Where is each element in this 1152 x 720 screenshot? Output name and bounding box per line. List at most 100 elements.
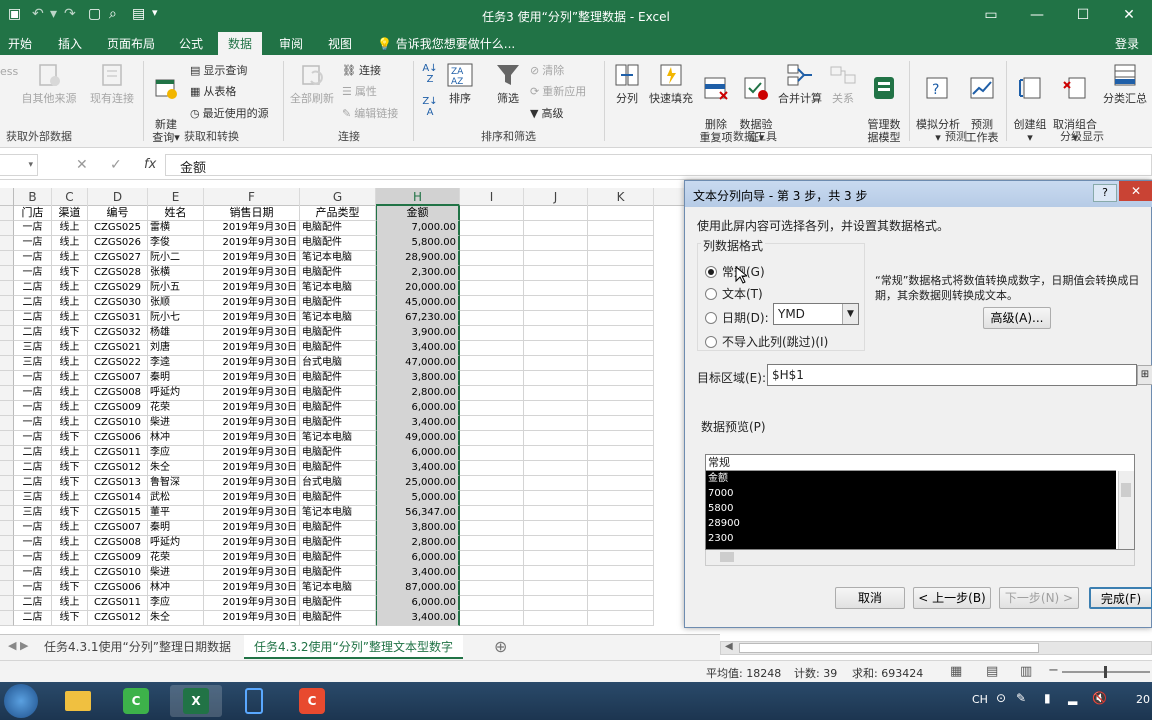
cell[interactable]: 电脑配件 — [300, 491, 376, 506]
empty-cell[interactable] — [588, 236, 654, 251]
empty-cell[interactable] — [460, 446, 524, 461]
cell[interactable]: 6,000.00 — [376, 551, 460, 566]
empty-cell[interactable] — [460, 596, 524, 611]
cell[interactable]: 朱仝 — [148, 611, 204, 626]
column-header-e[interactable]: E — [148, 188, 204, 206]
cell[interactable]: 朱仝 — [148, 461, 204, 476]
page-break-view-icon[interactable]: ▥ — [1020, 664, 1032, 679]
tab-view[interactable]: 视图 — [328, 35, 352, 52]
cell[interactable]: CZGS011 — [88, 596, 148, 611]
cell[interactable]: 3,800.00 — [376, 521, 460, 536]
normal-view-icon[interactable]: ▦ — [950, 664, 962, 679]
cell[interactable]: 一店 — [14, 221, 52, 236]
relationships-button[interactable]: 关系 — [826, 61, 860, 105]
scroll-left-arrow-icon[interactable]: ◀ — [725, 641, 733, 652]
empty-cell[interactable] — [524, 206, 588, 221]
cell[interactable]: 2019年9月30日 — [204, 521, 300, 536]
maximize-button[interactable]: ☐ — [1060, 0, 1106, 31]
empty-cell[interactable] — [524, 566, 588, 581]
cell[interactable]: 2019年9月30日 — [204, 386, 300, 401]
cell[interactable]: 线下 — [52, 611, 88, 626]
row-header[interactable] — [0, 476, 14, 491]
dialog-help-button[interactable]: ? — [1093, 184, 1117, 202]
empty-cell[interactable] — [588, 431, 654, 446]
cell[interactable]: 电脑配件 — [300, 536, 376, 551]
cell[interactable]: 线上 — [52, 491, 88, 506]
radio-skip-dot[interactable] — [705, 335, 717, 348]
cell[interactable]: 电脑配件 — [300, 596, 376, 611]
cell[interactable]: 25,000.00 — [376, 476, 460, 491]
tab-review[interactable]: 审阅 — [279, 35, 303, 52]
cell[interactable]: 线下 — [52, 476, 88, 491]
cell[interactable]: 电脑配件 — [300, 266, 376, 281]
column-title-cell[interactable]: 销售日期 — [204, 206, 300, 221]
cell[interactable]: 笔记本电脑 — [300, 251, 376, 266]
empty-cell[interactable] — [460, 221, 524, 236]
cell[interactable]: 电脑配件 — [300, 566, 376, 581]
cell[interactable]: 笔记本电脑 — [300, 311, 376, 326]
cell[interactable]: 线上 — [52, 566, 88, 581]
empty-cell[interactable] — [588, 356, 654, 371]
row-header[interactable] — [0, 611, 14, 626]
cell[interactable]: 阮小七 — [148, 311, 204, 326]
row-header[interactable] — [0, 581, 14, 596]
text-to-columns-button[interactable]: 分列 — [610, 61, 644, 105]
finish-button[interactable]: 完成(F) — [1089, 587, 1152, 609]
tell-me-search[interactable]: 💡 告诉我您想要做什么... — [377, 35, 515, 52]
row-header[interactable] — [0, 566, 14, 581]
tab-home[interactable]: 开始 — [8, 35, 32, 52]
empty-cell[interactable] — [524, 266, 588, 281]
cell[interactable]: 电脑配件 — [300, 446, 376, 461]
cell[interactable]: 3,400.00 — [376, 461, 460, 476]
cell[interactable]: 线上 — [52, 296, 88, 311]
advanced-button[interactable]: 高级(A)... — [983, 307, 1051, 329]
tray-icon[interactable]: ✎ — [1016, 691, 1026, 705]
cell[interactable]: 线上 — [52, 311, 88, 326]
empty-cell[interactable] — [588, 206, 654, 221]
cell[interactable]: 2,800.00 — [376, 386, 460, 401]
network-icon[interactable]: ▂ — [1068, 691, 1077, 705]
manage-data-model-button[interactable]: 管理数 据模型 — [864, 61, 904, 144]
cell[interactable]: CZGS010 — [88, 416, 148, 431]
cell[interactable]: 二店 — [14, 596, 52, 611]
empty-cell[interactable] — [460, 566, 524, 581]
column-title-cell[interactable]: 编号 — [88, 206, 148, 221]
empty-cell[interactable] — [524, 581, 588, 596]
column-header-i[interactable]: I — [460, 188, 524, 206]
ime-indicator[interactable]: CH — [972, 693, 988, 706]
empty-cell[interactable] — [524, 221, 588, 236]
select-all-corner[interactable] — [0, 188, 14, 206]
flash-fill-button[interactable]: 快速填充 — [647, 61, 695, 105]
cell[interactable]: CZGS009 — [88, 551, 148, 566]
cell[interactable]: 二店 — [14, 611, 52, 626]
volume-muted-icon[interactable]: 🔇 — [1092, 691, 1107, 705]
empty-cell[interactable] — [460, 266, 524, 281]
cell[interactable]: CZGS012 — [88, 611, 148, 626]
cell[interactable]: 柴进 — [148, 566, 204, 581]
cell[interactable]: CZGS028 — [88, 266, 148, 281]
cell[interactable]: 阮小五 — [148, 281, 204, 296]
cell[interactable]: 董平 — [148, 506, 204, 521]
cell[interactable]: 三店 — [14, 506, 52, 521]
cell[interactable]: 线上 — [52, 401, 88, 416]
cell[interactable]: 电脑配件 — [300, 416, 376, 431]
cell[interactable]: 台式电脑 — [300, 476, 376, 491]
cell[interactable]: CZGS032 — [88, 326, 148, 341]
empty-cell[interactable] — [460, 431, 524, 446]
empty-cell[interactable] — [460, 356, 524, 371]
cell[interactable]: 一店 — [14, 536, 52, 551]
row-header[interactable] — [0, 416, 14, 431]
cell[interactable]: 6,000.00 — [376, 596, 460, 611]
cell[interactable]: 49,000.00 — [376, 431, 460, 446]
column-header-g[interactable]: G — [300, 188, 376, 206]
remove-duplicates-button[interactable]: 删除 重复项 — [698, 61, 734, 144]
empty-cell[interactable] — [460, 311, 524, 326]
preview-horizontal-scrollbar[interactable] — [705, 550, 1135, 566]
cell[interactable]: 鲁智深 — [148, 476, 204, 491]
empty-cell[interactable] — [524, 431, 588, 446]
empty-cell[interactable] — [588, 566, 654, 581]
empty-cell[interactable] — [524, 551, 588, 566]
tab-insert[interactable]: 插入 — [58, 35, 82, 52]
row-header[interactable] — [0, 536, 14, 551]
cell[interactable]: 电脑配件 — [300, 221, 376, 236]
